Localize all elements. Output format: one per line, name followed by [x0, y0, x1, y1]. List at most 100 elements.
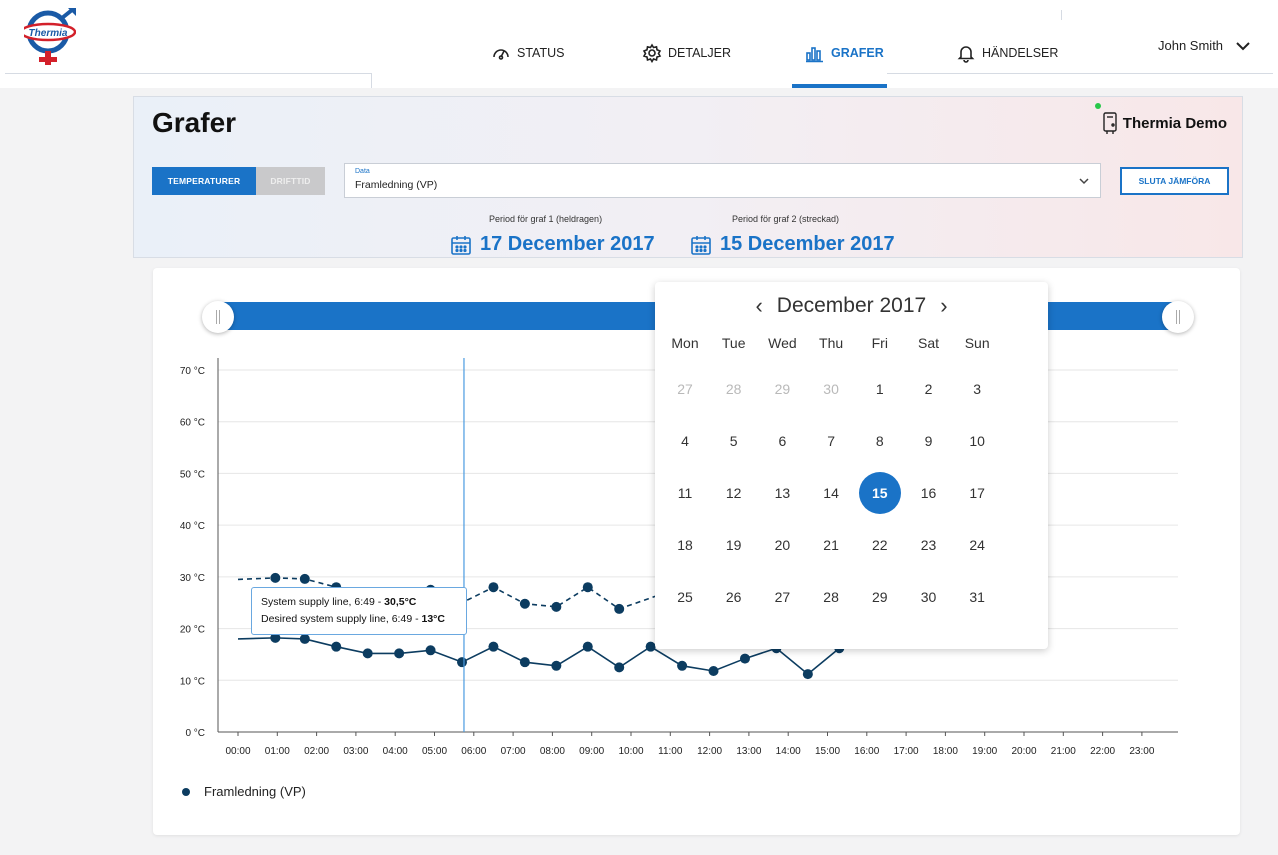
data-point	[614, 662, 625, 673]
chevron-down-icon	[1236, 41, 1250, 50]
slider-handle-left[interactable]	[202, 301, 234, 333]
nav-label: HÄNDELSER	[982, 46, 1059, 60]
data-select[interactable]: Data Framledning (VP)	[344, 163, 1101, 198]
calendar-day[interactable]: 13	[761, 472, 803, 514]
data-point	[551, 660, 562, 671]
user-menu[interactable]: John Smith	[1158, 38, 1251, 53]
tab-drifttid[interactable]: DRIFTTID	[256, 167, 325, 195]
calendar-day[interactable]: 24	[956, 524, 998, 566]
tooltip-line-2: Desired system supply line, 6:49 - 13°C	[261, 611, 457, 628]
data-point	[299, 573, 310, 584]
calendar-day[interactable]: 5	[713, 420, 755, 462]
nav-grafer[interactable]: GRAFER	[805, 40, 884, 66]
tooltip-text: System supply line, 6:49 -	[261, 596, 385, 608]
divider	[1061, 10, 1062, 20]
bell-icon	[957, 46, 975, 63]
calendar-day[interactable]: 27	[761, 576, 803, 618]
calendar-day[interactable]: 12	[713, 472, 755, 514]
data-point	[488, 641, 499, 652]
nav-detaljer[interactable]: DETALJER	[642, 40, 731, 66]
nav-label: STATUS	[517, 46, 565, 60]
calendar-day[interactable]: 2	[908, 368, 950, 410]
period1-label: Period för graf 1 (heldragen)	[489, 214, 603, 224]
nav-label: DETALJER	[668, 46, 731, 60]
tooltip-value: 30,5°C	[384, 596, 417, 608]
x-tick-label: 01:00	[265, 746, 290, 757]
y-tick-label: 60 °C	[180, 418, 205, 429]
tooltip-value: 13°C	[421, 613, 445, 625]
calendar-day[interactable]: 22	[859, 524, 901, 566]
y-tick-label: 0 °C	[185, 728, 205, 739]
slider-handle-right[interactable]	[1162, 301, 1194, 333]
period2-label: Period för graf 2 (streckad)	[732, 214, 840, 224]
next-month-icon[interactable]: ›	[940, 293, 947, 319]
calendar-day[interactable]: 14	[810, 472, 852, 514]
logo-text: Thermia	[29, 28, 68, 39]
y-tick-label: 30 °C	[180, 573, 205, 584]
data-point	[708, 665, 719, 676]
stop-compare-button[interactable]: SLUTA JÄMFÖRA	[1120, 167, 1229, 195]
calendar-day[interactable]: 25	[664, 576, 706, 618]
weekday-label: Fri	[871, 335, 888, 351]
calendar-day[interactable]: 21	[810, 524, 852, 566]
x-tick-label: 11:00	[658, 746, 683, 757]
calendar-day[interactable]: 28	[810, 576, 852, 618]
x-tick-label: 13:00	[736, 746, 761, 757]
calendar-day-outside[interactable]: 30	[810, 368, 852, 410]
calendar-day[interactable]: 9	[908, 420, 950, 462]
graph-header-panel: Grafer Thermia Demo TEMPERATURER DRIFTTI…	[133, 96, 1243, 258]
calendar-day-outside[interactable]: 29	[761, 368, 803, 410]
calendar-day[interactable]: 1	[859, 368, 901, 410]
calendar-day-outside[interactable]: 28	[713, 368, 755, 410]
thermia-logo[interactable]: Thermia	[19, 8, 77, 68]
chart-tooltip: System supply line, 6:49 - 30,5°C Desire…	[251, 587, 467, 635]
x-tick-label: 07:00	[501, 746, 526, 757]
calendar-day[interactable]: 4	[664, 420, 706, 462]
calendar-day[interactable]: 16	[908, 472, 950, 514]
calendar-day[interactable]: 11	[664, 472, 706, 514]
data-point	[802, 669, 813, 680]
calendar-day-selected[interactable]: 15	[858, 472, 901, 514]
data-point	[331, 641, 342, 652]
nav-handelser[interactable]: HÄNDELSER	[956, 40, 1058, 66]
data-point	[488, 582, 499, 593]
period2-date-picker[interactable]: 15 December 2017	[690, 233, 895, 256]
period1-date: 17 December 2017	[480, 233, 655, 255]
tooltip-text: Desired system supply line, 6:49 -	[261, 613, 422, 625]
calendar-day[interactable]: 23	[908, 524, 950, 566]
data-point	[582, 582, 593, 593]
device-indicator[interactable]: Thermia Demo	[1094, 103, 1227, 135]
x-tick-label: 04:00	[383, 746, 408, 757]
calendar-day[interactable]: 6	[761, 420, 803, 462]
calendar-day[interactable]: 19	[713, 524, 755, 566]
nav-status[interactable]: STATUS	[491, 40, 564, 66]
period2-date: 15 December 2017	[720, 233, 895, 255]
weekday-label: Tue	[721, 335, 746, 351]
calendar-day[interactable]: 17	[956, 472, 998, 514]
graph-type-toggle: TEMPERATURER DRIFTTID	[152, 167, 325, 195]
calendar-day-outside[interactable]: 27	[664, 368, 706, 410]
x-tick-label: 10:00	[618, 746, 643, 757]
calendar-day[interactable]: 7	[810, 420, 852, 462]
x-tick-label: 17:00	[894, 746, 919, 757]
tab-temperaturer[interactable]: TEMPERATURER	[152, 167, 256, 195]
data-point	[457, 657, 468, 668]
chevron-down-icon	[1079, 178, 1089, 185]
calendar-day[interactable]: 30	[908, 576, 950, 618]
period1-date-picker[interactable]: 17 December 2017	[450, 233, 655, 256]
calendar-day[interactable]: 20	[761, 524, 803, 566]
calendar-day[interactable]: 26	[713, 576, 755, 618]
y-tick-label: 70 °C	[180, 366, 205, 377]
data-point	[519, 598, 530, 609]
calendar-day[interactable]: 10	[956, 420, 998, 462]
data-select-label: Data	[355, 168, 370, 175]
calendar-day[interactable]: 31	[956, 576, 998, 618]
y-tick-label: 10 °C	[180, 676, 205, 687]
calendar-day[interactable]: 3	[956, 368, 998, 410]
calendar-day[interactable]: 18	[664, 524, 706, 566]
active-tab-indicator	[792, 84, 887, 88]
calendar-day[interactable]: 8	[859, 420, 901, 462]
calendar-day[interactable]: 29	[859, 576, 901, 618]
prev-month-icon[interactable]: ‹	[755, 293, 762, 319]
chart-legend[interactable]: Framledning (VP)	[182, 784, 306, 799]
